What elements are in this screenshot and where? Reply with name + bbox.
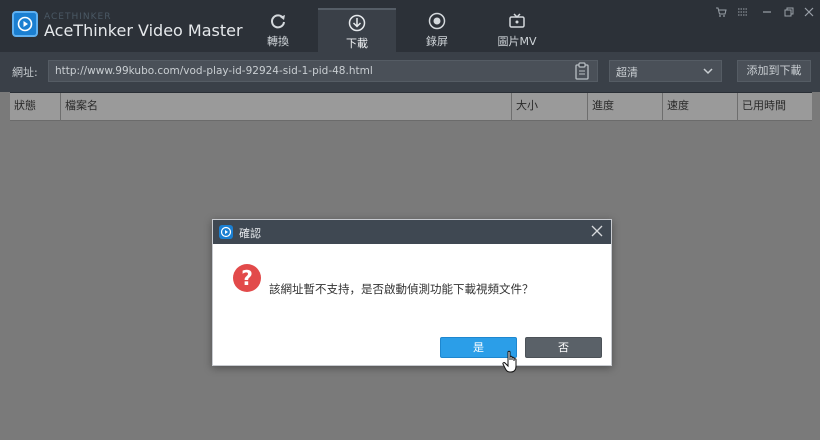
- table-header: 狀態 檔案名 大小 進度 速度 已用時間: [10, 93, 812, 121]
- cart-icon[interactable]: [714, 6, 728, 20]
- app-logo-icon: [219, 225, 233, 239]
- close-icon[interactable]: [802, 6, 816, 20]
- column-header[interactable]: 大小: [511, 93, 587, 121]
- column-header[interactable]: 狀態: [10, 93, 60, 121]
- column-header[interactable]: 檔案名: [60, 93, 511, 121]
- column-header[interactable]: 已用時間: [737, 93, 812, 121]
- chevron-down-icon: [703, 68, 713, 75]
- dialog-title: 確認: [239, 227, 261, 240]
- column-header[interactable]: 進度: [587, 93, 662, 121]
- paste-icon[interactable]: [574, 62, 590, 80]
- tab-label: 圖片MV: [497, 35, 537, 48]
- download-icon: [348, 14, 366, 32]
- column-header[interactable]: 速度: [662, 93, 737, 121]
- minimize-icon[interactable]: [760, 6, 774, 20]
- dialog-close-icon[interactable]: [589, 222, 605, 240]
- app-logo-icon: [12, 11, 38, 37]
- left-margin: [0, 92, 10, 440]
- tab-record[interactable]: 錄屏: [398, 8, 476, 52]
- tv-icon: [509, 13, 525, 28]
- refresh-icon: [271, 14, 285, 29]
- no-button[interactable]: 否: [525, 337, 602, 358]
- add-to-download-button[interactable]: 添加到下載: [737, 60, 811, 82]
- url-label: 網址:: [12, 66, 38, 79]
- dialog-message: 該網址暫不支持，是否啟動偵測功能下載視頻文件？: [269, 282, 534, 296]
- question-icon: ?: [233, 264, 261, 292]
- tab-download[interactable]: 下載: [318, 8, 396, 52]
- tab-label: 下載: [346, 37, 368, 50]
- record-icon: [428, 12, 446, 30]
- title-bar: ACETHINKER AceThinker Video Master 轉換 下載…: [0, 0, 820, 52]
- tab-label: 錄屏: [426, 35, 448, 48]
- quality-value: 超清: [616, 66, 638, 79]
- menu-icon[interactable]: [736, 6, 750, 20]
- app-title: AceThinker Video Master: [44, 21, 243, 40]
- hand-cursor-icon: [502, 350, 517, 373]
- confirm-dialog: 確認 ? 該網址暫不支持，是否啟動偵測功能下載視頻文件？ 是 否: [212, 219, 612, 366]
- tab-convert[interactable]: 轉換: [239, 8, 317, 52]
- restore-icon[interactable]: [782, 6, 796, 20]
- url-input[interactable]: http://www.99kubo.com/vod-play-id-92924-…: [48, 60, 598, 82]
- dialog-header: 確認: [213, 220, 611, 244]
- quality-select[interactable]: 超清: [609, 60, 722, 82]
- tab-label: 轉換: [267, 35, 289, 48]
- url-bar: 網址: http://www.99kubo.com/vod-play-id-92…: [0, 52, 820, 92]
- tab-photo-mv[interactable]: 圖片MV: [478, 8, 556, 52]
- right-margin: [812, 92, 820, 440]
